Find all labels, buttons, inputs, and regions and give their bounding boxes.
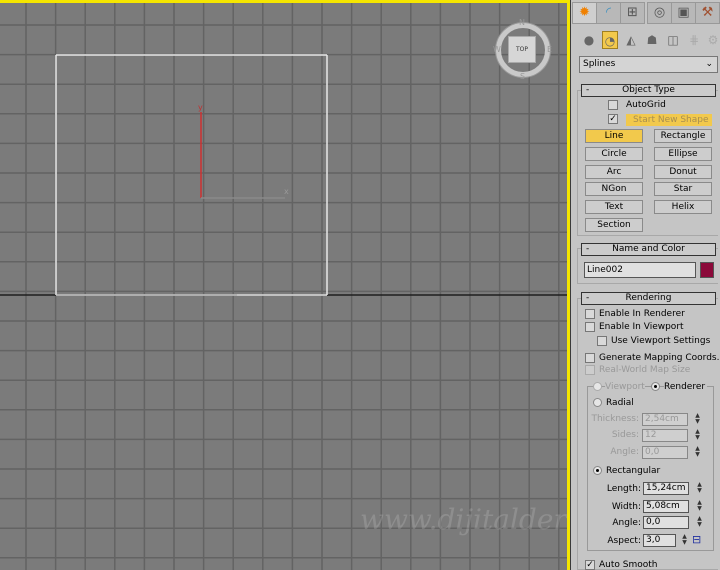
radial-angle-label: Angle: bbox=[610, 447, 639, 457]
viewcube-top-face[interactable]: TOP bbox=[508, 36, 536, 63]
thickness-label: Thickness: bbox=[591, 414, 639, 424]
aspect-label: Aspect: bbox=[607, 536, 641, 546]
thickness-input[interactable]: 2,54cm bbox=[642, 413, 688, 426]
spacewarps-icon[interactable]: ⋕ bbox=[686, 31, 702, 49]
shape-button-helix[interactable]: Helix bbox=[654, 200, 712, 215]
object-type-header[interactable]: - Object Type bbox=[581, 84, 716, 97]
sides-spinner[interactable]: ▲ ▼ bbox=[693, 429, 702, 442]
renderer-radio[interactable] bbox=[651, 382, 660, 391]
lock-icon[interactable]: ⊟ bbox=[692, 533, 701, 546]
shape-button-donut[interactable]: Donut bbox=[654, 164, 712, 179]
enable-in-viewport-label: Enable In Viewport bbox=[599, 322, 684, 332]
category-dropdown[interactable]: Splines ⌄ bbox=[579, 56, 718, 73]
aspect-input[interactable]: 3,0 bbox=[643, 534, 676, 547]
aspect-spinner[interactable]: ▲ ▼ bbox=[680, 534, 689, 547]
shape-button-ngon[interactable]: NGon bbox=[585, 182, 643, 197]
watermark: www.dijitalders bbox=[360, 503, 570, 536]
real-world-label: Real-World Map Size bbox=[599, 365, 691, 375]
shape-button-line[interactable]: Line bbox=[585, 129, 643, 143]
rectangular-radio[interactable] bbox=[593, 466, 602, 475]
width-input[interactable]: 5,08cm bbox=[643, 500, 689, 513]
rect-angle-input[interactable]: 0,0 bbox=[643, 516, 689, 529]
utilities-icon: ⚒ bbox=[701, 5, 714, 20]
motion-icon: ◎ bbox=[653, 5, 666, 20]
enable-in-renderer-label: Enable In Renderer bbox=[599, 309, 685, 319]
autogrid-checkbox[interactable] bbox=[608, 100, 618, 110]
geometry-icon[interactable]: ● bbox=[581, 31, 597, 49]
shapes-icon[interactable]: ◔ bbox=[602, 31, 618, 49]
sides-label: Sides: bbox=[611, 430, 639, 440]
hierarchy-tab[interactable]: ⊞ bbox=[620, 2, 645, 24]
start-new-shape-checkbox[interactable]: ✓ bbox=[608, 114, 618, 124]
display-tab[interactable]: ▣ bbox=[671, 2, 696, 24]
viewport-radio[interactable] bbox=[593, 382, 602, 391]
rect-angle-label: Angle: bbox=[612, 518, 641, 528]
chevron-down-icon: ⌄ bbox=[705, 59, 713, 69]
start-new-shape-label: Start New Shape bbox=[626, 114, 712, 126]
length-spinner[interactable]: ▲ ▼ bbox=[695, 482, 704, 495]
command-panel: ✹ ◜ ⊞ ◎ ▣ ⚒ ● ◔ ◭ ☗ ◫ ⋕ ⚙ Splines ⌄ - Obje… bbox=[571, 0, 720, 570]
helpers-icon[interactable]: ◫ bbox=[665, 31, 681, 49]
utilities-tab[interactable]: ⚒ bbox=[695, 2, 720, 24]
auto-smooth-checkbox[interactable]: ✓ bbox=[585, 560, 595, 570]
rectangular-label: Rectangular bbox=[606, 466, 661, 476]
generate-mapping-label: Generate Mapping Coords. bbox=[599, 353, 720, 363]
compass-n: N bbox=[519, 18, 525, 27]
renderer-radio-label: Renderer bbox=[664, 382, 708, 392]
shape-button-text[interactable]: Text bbox=[585, 200, 643, 215]
viewport-grid bbox=[0, 3, 567, 570]
enable-in-renderer-checkbox[interactable] bbox=[585, 309, 595, 319]
name-color-title: Name and Color bbox=[612, 244, 685, 254]
rect-angle-spinner[interactable]: ▲ ▼ bbox=[695, 516, 704, 529]
object-color-swatch[interactable] bbox=[700, 262, 714, 278]
length-label: Length: bbox=[606, 484, 641, 494]
length-input[interactable]: 15,24cm bbox=[643, 482, 689, 495]
object-name-input[interactable]: Line002 bbox=[584, 262, 696, 278]
modify-icon: ◜ bbox=[605, 5, 612, 20]
motion-tab[interactable]: ◎ bbox=[647, 2, 672, 24]
axis-y-label: y bbox=[198, 103, 203, 112]
compass-e: E bbox=[547, 45, 553, 54]
viewport-top[interactable]: y x N S W E TOP www.dijitalders bbox=[0, 0, 570, 570]
display-icon: ▣ bbox=[677, 5, 690, 20]
modify-tab[interactable]: ◜ bbox=[596, 2, 621, 24]
thickness-spinner[interactable]: ▲ ▼ bbox=[693, 413, 702, 426]
compass-s: S bbox=[520, 72, 526, 81]
generate-mapping-checkbox[interactable] bbox=[585, 353, 595, 363]
viewport-radio-label: Viewport bbox=[605, 382, 645, 392]
category-value: Splines bbox=[583, 59, 616, 69]
width-label: Width: bbox=[611, 502, 641, 512]
real-world-checkbox[interactable] bbox=[585, 365, 595, 375]
lights-icon[interactable]: ◭ bbox=[623, 31, 639, 49]
shape-button-arc[interactable]: Arc bbox=[585, 164, 643, 179]
rendering-title: Rendering bbox=[625, 293, 672, 303]
create-icon: ✹ bbox=[579, 5, 590, 20]
width-spinner[interactable]: ▲ ▼ bbox=[695, 500, 704, 513]
sides-input[interactable]: 12 bbox=[642, 429, 688, 442]
auto-smooth-label: Auto Smooth bbox=[599, 560, 658, 570]
radial-label: Radial bbox=[606, 398, 634, 408]
radial-angle-input[interactable]: 0,0 bbox=[642, 446, 688, 459]
hierarchy-icon: ⊞ bbox=[627, 5, 638, 20]
create-tab[interactable]: ✹ bbox=[572, 2, 597, 24]
axis-x-label: x bbox=[284, 187, 289, 196]
shape-button-ellipse[interactable]: Ellipse bbox=[654, 146, 712, 161]
shape-button-circle[interactable]: Circle bbox=[585, 146, 643, 161]
object-type-title: Object Type bbox=[622, 85, 675, 95]
shape-button-star[interactable]: Star bbox=[654, 182, 712, 197]
use-viewport-settings-checkbox[interactable] bbox=[597, 336, 607, 346]
compass-w: W bbox=[493, 45, 501, 54]
radial-radio[interactable] bbox=[593, 398, 602, 407]
name-color-header[interactable]: - Name and Color bbox=[581, 243, 716, 256]
use-viewport-settings-label: Use Viewport Settings bbox=[611, 336, 711, 346]
radial-angle-spinner[interactable]: ▲ ▼ bbox=[693, 446, 702, 459]
shape-button-section[interactable]: Section bbox=[585, 218, 643, 232]
rendering-header[interactable]: - Rendering bbox=[581, 292, 716, 305]
shape-button-rectangle[interactable]: Rectangle bbox=[654, 129, 712, 143]
enable-in-viewport-checkbox[interactable] bbox=[585, 322, 595, 332]
autogrid-label: AutoGrid bbox=[626, 100, 666, 110]
systems-icon[interactable]: ⚙ bbox=[705, 31, 720, 49]
cameras-icon[interactable]: ☗ bbox=[644, 31, 660, 49]
